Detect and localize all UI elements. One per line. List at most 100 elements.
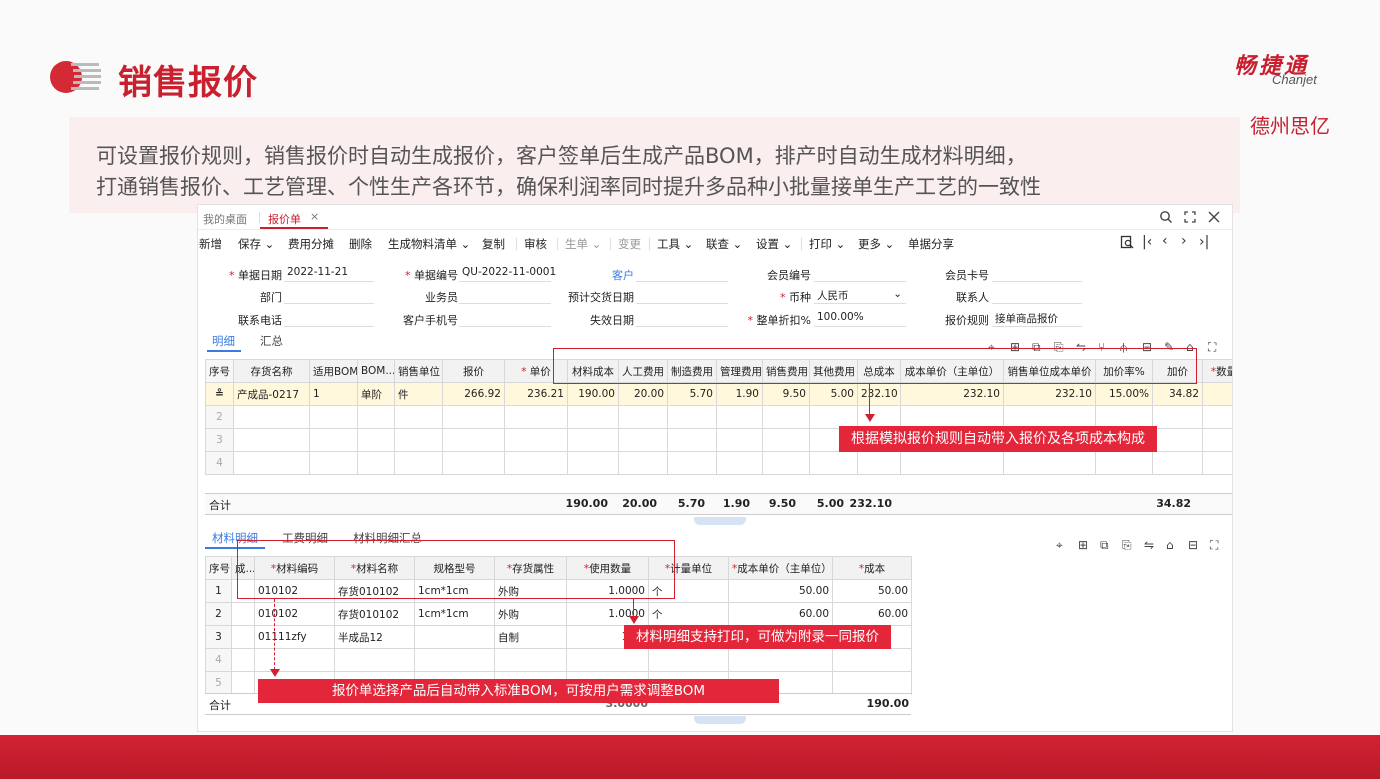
more-button[interactable]: 更多 ⌄	[858, 236, 894, 252]
col-header[interactable]: 存货名称	[233, 359, 310, 383]
first-page-icon[interactable]: |‹	[1142, 234, 1152, 250]
cell-bom-level[interactable]: 单阶	[357, 382, 395, 406]
customer-field[interactable]	[636, 266, 728, 282]
member-card-field[interactable]	[992, 266, 1082, 282]
cell-item-name[interactable]: 产成品-0217	[233, 382, 310, 406]
date-field[interactable]: 2022-11-21	[284, 266, 374, 282]
table-row[interactable]: 4	[205, 648, 912, 672]
cell-mfg[interactable]: 5.70	[667, 382, 717, 406]
produce-button[interactable]: 生单 ⌄	[565, 236, 601, 252]
cell-material-name[interactable]: 半成品12	[334, 625, 415, 649]
home-icon[interactable]: ⌂	[1166, 538, 1174, 552]
cell-markup-rate[interactable]: 15.00%	[1095, 382, 1153, 406]
cost-split-button[interactable]: 费用分摊	[288, 236, 334, 252]
table-row[interactable]: ≗ 产成品-0217 1 单阶 件 266.92 236.21 190.00 2…	[205, 382, 1232, 406]
quote-rule-field[interactable]: 接单商品报价	[992, 311, 1082, 327]
cell-price[interactable]: 236.21	[504, 382, 568, 406]
cell-unit-cost[interactable]: 232.10	[900, 382, 1004, 406]
fullscreen-icon[interactable]: ⛶	[1208, 340, 1216, 355]
cell-unit[interactable]: 件	[394, 382, 443, 406]
dept-field[interactable]	[284, 288, 374, 304]
member-no-field[interactable]	[814, 266, 906, 282]
cell-sales[interactable]: 9.50	[762, 382, 810, 406]
col-header[interactable]: 报价	[442, 359, 505, 383]
contact-field[interactable]	[992, 288, 1082, 304]
table-row[interactable]: 2 010102 存货010102 1cm*1cm 外购 1.0000 个 60…	[205, 602, 912, 626]
discount-field[interactable]: 100.00%	[814, 311, 906, 327]
cell-material-code[interactable]: 01111zfy	[254, 625, 335, 649]
collapse-handle[interactable]	[694, 517, 746, 525]
delivery-date-field[interactable]	[636, 288, 728, 304]
paste-row-icon[interactable]: ⎘	[1122, 538, 1132, 553]
change-button[interactable]: 变更	[618, 236, 641, 252]
col-header-required[interactable]: *成本单价（主单位）	[728, 556, 833, 580]
phone-field[interactable]	[284, 311, 374, 327]
col-header-required[interactable]: *成本	[832, 556, 912, 580]
settings-button[interactable]: 设置 ⌄	[756, 236, 792, 252]
tab-close-icon[interactable]: ×	[310, 210, 319, 223]
fullscreen-icon[interactable]: ⛶	[1210, 538, 1218, 553]
col-header[interactable]: 适用BOM	[309, 359, 358, 383]
cell-labor[interactable]: 20.00	[618, 382, 668, 406]
document-search-icon[interactable]	[1120, 235, 1134, 249]
copy-row-icon[interactable]: ⧉	[1100, 538, 1109, 553]
cell-cost[interactable]: 60.00	[832, 602, 912, 626]
mobile-field[interactable]	[459, 311, 551, 327]
cell-sales-unit-cost[interactable]: 232.10	[1003, 382, 1096, 406]
previous-icon[interactable]: ‹	[1162, 233, 1168, 249]
expire-date-field[interactable]	[636, 311, 728, 327]
close-icon[interactable]	[1207, 210, 1221, 224]
cell-cost[interactable]: 50.00	[832, 579, 912, 603]
row-select-icon[interactable]: ≗	[205, 382, 234, 406]
tab-detail[interactable]: 明细	[212, 333, 235, 349]
cell-stage[interactable]	[231, 602, 255, 626]
col-header-required[interactable]: *数量	[1202, 359, 1232, 383]
tab-quote[interactable]: 报价单	[268, 211, 301, 227]
save-button[interactable]: 保存 ⌄	[238, 236, 274, 252]
delete-button[interactable]: 删除	[349, 236, 372, 252]
tab-summary[interactable]: 汇总	[260, 333, 283, 349]
column-set-icon[interactable]: ⊟	[1188, 538, 1198, 552]
next-icon[interactable]: ›	[1181, 233, 1187, 249]
cell-cost-unit-price[interactable]: 60.00	[728, 602, 833, 626]
collapse-handle[interactable]	[694, 716, 746, 724]
cell-spec[interactable]	[414, 625, 495, 649]
review-button[interactable]: 审核	[524, 236, 547, 252]
new-button[interactable]: 新增	[199, 236, 222, 252]
cell-qty[interactable]: 1	[1202, 382, 1232, 406]
tab-desktop[interactable]: 我的桌面	[203, 211, 247, 227]
cell-uom[interactable]: 个	[648, 602, 729, 626]
cell-attr[interactable]: 自制	[494, 625, 567, 649]
copy-button[interactable]: 复制	[482, 236, 505, 252]
cell-bom[interactable]: 1	[309, 382, 358, 406]
last-page-icon[interactable]: ›|	[1199, 234, 1209, 250]
cell-spec[interactable]: 1cm*1cm	[414, 602, 495, 626]
doc-no-field[interactable]: QU-2022-11-0001	[459, 266, 556, 282]
batch-edit-icon[interactable]: ⇋	[1144, 538, 1154, 552]
cell-cost-unit-price[interactable]: 50.00	[728, 579, 833, 603]
expand-icon[interactable]	[1183, 210, 1197, 224]
col-header[interactable]: BOM...	[357, 359, 395, 383]
cell-mgmt[interactable]: 1.90	[716, 382, 763, 406]
gen-bom-button[interactable]: 生成物料清单 ⌄	[388, 236, 470, 252]
customer-label[interactable]: 客户	[578, 267, 634, 283]
cell-material-cost[interactable]: 190.00	[567, 382, 619, 406]
share-button[interactable]: 单据分享	[908, 236, 954, 252]
link-query-button[interactable]: 联查 ⌄	[706, 236, 742, 252]
salesman-field[interactable]	[459, 288, 551, 304]
cell-stage[interactable]	[231, 625, 255, 649]
table-row[interactable]: 4	[205, 451, 1232, 475]
location-icon[interactable]: ⌖	[1056, 538, 1063, 553]
cell-other[interactable]: 5.00	[809, 382, 858, 406]
currency-select[interactable]: 人民币 ⌄	[814, 288, 906, 304]
print-button[interactable]: 打印 ⌄	[809, 236, 845, 252]
cell-markup[interactable]: 34.82	[1152, 382, 1203, 406]
cell-quote[interactable]: 266.92	[442, 382, 505, 406]
cell-attr[interactable]: 外购	[494, 602, 567, 626]
col-header[interactable]: 销售单位	[394, 359, 443, 383]
tools-button[interactable]: 工具 ⌄	[657, 236, 693, 252]
cell-material-name[interactable]: 存货010102	[334, 602, 415, 626]
insert-row-icon[interactable]: ⊞	[1078, 538, 1088, 552]
cell-material-code[interactable]: 010102	[254, 602, 335, 626]
cell-total-cost[interactable]: 232.10	[857, 382, 901, 406]
